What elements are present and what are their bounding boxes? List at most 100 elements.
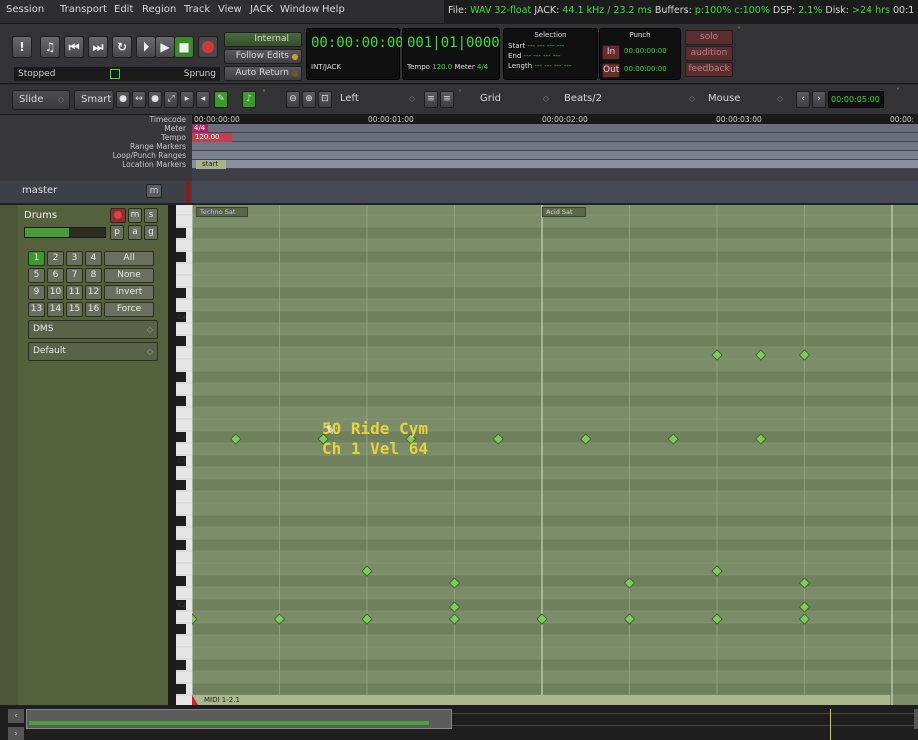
play-button[interactable]: ▶ bbox=[155, 36, 175, 58]
menu-track[interactable]: Track bbox=[184, 4, 210, 15]
tempo-ruler[interactable]: 120.00 bbox=[192, 133, 918, 142]
scroll-left-icon[interactable]: ‹ bbox=[8, 709, 24, 723]
midi-region-canvas[interactable]: Techno Sat Acid Sat 50 Ride Cym Ch 1 Vel… bbox=[192, 205, 918, 705]
midi-channel-5[interactable]: 5 bbox=[28, 268, 45, 283]
channels-none-button[interactable]: None bbox=[104, 268, 154, 283]
tool-chevron-icon[interactable]: ˅ bbox=[262, 89, 266, 98]
scroll-right-icon[interactable]: › bbox=[8, 727, 24, 740]
region-name-bar[interactable]: MIDI 1-2.1 bbox=[192, 695, 890, 705]
zoom-session-icon[interactable]: ⊡ bbox=[318, 91, 332, 108]
midi-channel-15[interactable]: 15 bbox=[66, 302, 83, 317]
expand-tracks-icon[interactable]: ≡ bbox=[440, 91, 454, 108]
menu-session[interactable]: Session bbox=[6, 4, 44, 15]
selection-clock[interactable]: Selection Start --- --- --- --- End --- … bbox=[503, 28, 598, 80]
menu-edit[interactable]: Edit bbox=[114, 4, 133, 15]
listen-tool-icon[interactable]: ◂ bbox=[196, 91, 210, 108]
grab-tool-icon[interactable]: ● bbox=[116, 91, 130, 108]
stretch-tool-icon[interactable]: ⤢ bbox=[164, 91, 178, 108]
grid-type-select[interactable]: Beats/2 ◇ bbox=[558, 90, 700, 110]
zoom-out-icon[interactable]: ⊖ bbox=[286, 91, 300, 108]
play-range-button[interactable]: ⏵ bbox=[136, 36, 156, 58]
mute-button[interactable]: m bbox=[128, 208, 142, 223]
group-button[interactable]: g bbox=[144, 225, 158, 240]
meter-ruler[interactable]: 4/4 bbox=[192, 124, 918, 133]
audition-tool-icon[interactable]: ▸ bbox=[180, 91, 194, 108]
smart-mode-button[interactable]: Smart bbox=[74, 90, 114, 110]
meter-marker[interactable]: 4/4 bbox=[192, 124, 208, 133]
midi-panic-button[interactable]: ! bbox=[12, 36, 32, 58]
master-track-name[interactable]: master bbox=[22, 185, 57, 196]
summary-viewport[interactable] bbox=[26, 709, 452, 729]
location-ruler[interactable]: start bbox=[192, 160, 918, 169]
feedback-button[interactable]: feedback bbox=[685, 62, 733, 77]
patch-change-marker[interactable]: Acid Sat bbox=[542, 207, 586, 217]
midi-channel-9[interactable]: 9 bbox=[28, 285, 45, 300]
shrink-tracks-icon[interactable]: ≡ bbox=[424, 91, 438, 108]
edit-mode-select[interactable]: Slide ◇ bbox=[12, 90, 70, 110]
midi-channel-10[interactable]: 10 bbox=[47, 285, 64, 300]
audition-button[interactable]: audition bbox=[685, 46, 733, 61]
loop-ruler[interactable] bbox=[192, 151, 918, 160]
midi-channel-4[interactable]: 4 bbox=[85, 251, 102, 266]
midi-channel-3[interactable]: 3 bbox=[66, 251, 83, 266]
channels-all-button[interactable]: All bbox=[104, 251, 154, 266]
midi-channel-8[interactable]: 8 bbox=[85, 268, 102, 283]
snap-mode-select[interactable]: Grid ◇ bbox=[474, 90, 554, 110]
gain-slider[interactable] bbox=[24, 227, 106, 238]
instrument-select[interactable]: DMS ◇ bbox=[28, 320, 158, 339]
internal-sync-button[interactable]: Internal bbox=[224, 32, 302, 47]
midi-channel-16[interactable]: 16 bbox=[85, 302, 102, 317]
menu-region[interactable]: Region bbox=[142, 4, 176, 15]
solo-button[interactable]: solo bbox=[685, 30, 733, 45]
auto-return-button[interactable]: Auto Return bbox=[224, 66, 302, 81]
menu-view[interactable]: View bbox=[218, 4, 242, 15]
nudge-clock[interactable]: 00:00:05:00 bbox=[828, 91, 884, 108]
midi-channel-2[interactable]: 2 bbox=[47, 251, 64, 266]
rec-arm-button[interactable] bbox=[110, 208, 126, 223]
secondary-clock[interactable]: 001|01|0000 Tempo 120.0 Meter 4/4 bbox=[402, 28, 500, 80]
channels-force-button[interactable]: Force bbox=[104, 302, 154, 317]
track-name[interactable]: Drums bbox=[24, 210, 57, 221]
goto-start-button[interactable]: ⏮ bbox=[64, 36, 84, 58]
metronome-icon[interactable]: ♫ bbox=[40, 36, 60, 58]
patch-change-marker[interactable]: Techno Sat bbox=[196, 207, 248, 217]
menu-help[interactable]: Help bbox=[322, 4, 345, 15]
nudge-chevron-icon[interactable]: ˅ bbox=[896, 87, 900, 96]
tempo-marker[interactable]: 120.00 bbox=[192, 133, 232, 142]
midi-channel-1[interactable]: 1 bbox=[28, 251, 45, 266]
zoom-in-icon[interactable]: ⊕ bbox=[302, 91, 316, 108]
punch-in-button[interactable]: In bbox=[602, 45, 620, 60]
internal-edit-icon[interactable]: ♪ bbox=[242, 91, 256, 108]
midi-channel-13[interactable]: 13 bbox=[28, 302, 45, 317]
master-mute-button[interactable]: m bbox=[146, 184, 162, 198]
record-button[interactable] bbox=[198, 36, 218, 58]
menu-window[interactable]: Window bbox=[280, 4, 319, 15]
midi-channel-7[interactable]: 7 bbox=[66, 268, 83, 283]
automation-button[interactable]: a bbox=[128, 225, 142, 240]
range-tool-icon[interactable]: ↔ bbox=[132, 91, 146, 108]
loop-button[interactable]: ↻ bbox=[112, 36, 132, 58]
menu-transport[interactable]: Transport bbox=[60, 4, 107, 15]
midi-channel-6[interactable]: 6 bbox=[47, 268, 64, 283]
start-marker[interactable]: start bbox=[196, 160, 226, 169]
cut-tool-icon[interactable]: ● bbox=[148, 91, 162, 108]
draw-tool-icon[interactable]: ✎ bbox=[214, 91, 228, 108]
midi-channel-11[interactable]: 11 bbox=[66, 285, 83, 300]
follow-edits-button[interactable]: Follow Edits bbox=[224, 49, 302, 64]
punch-out-button[interactable]: Out bbox=[602, 63, 620, 78]
stop-button[interactable]: ■ bbox=[174, 36, 194, 58]
master-lane[interactable] bbox=[192, 181, 918, 203]
midi-channel-14[interactable]: 14 bbox=[47, 302, 64, 317]
playlist-button[interactable]: p bbox=[110, 225, 124, 240]
zoom-chevron-icon[interactable]: ˅ bbox=[458, 89, 462, 98]
goto-end-button[interactable]: ⏭ bbox=[88, 36, 108, 58]
solo-button[interactable]: s bbox=[144, 208, 158, 223]
summary-scrollbar[interactable] bbox=[914, 709, 918, 729]
primary-clock[interactable]: 00:00:00:00 INT/JACK bbox=[306, 28, 404, 80]
transport-menu-chevron-icon[interactable]: ˅ bbox=[737, 26, 741, 35]
piano-keyboard[interactable]: C4 C3 C2 bbox=[168, 205, 192, 708]
midi-channel-12[interactable]: 12 bbox=[85, 285, 102, 300]
nudge-forward-icon[interactable]: › bbox=[812, 91, 826, 108]
menu-jack[interactable]: JACK bbox=[250, 4, 273, 15]
nudge-backward-icon[interactable]: ‹ bbox=[796, 91, 810, 108]
